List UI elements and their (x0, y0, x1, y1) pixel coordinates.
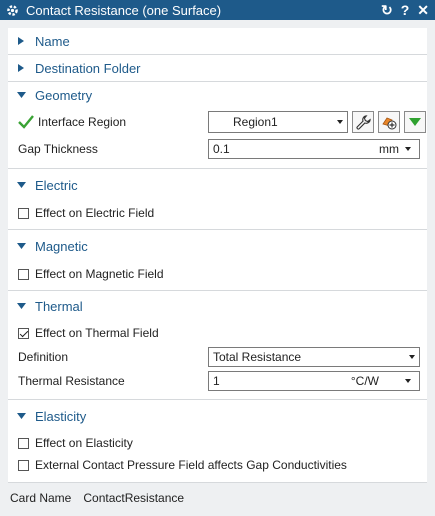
gap-thickness-unit[interactable]: mm (379, 142, 399, 156)
gap-thickness-input[interactable]: 0.1 mm (208, 139, 420, 159)
gap-thickness-row: Gap Thickness 0.1 mm (18, 136, 420, 162)
electric-effect-label: Effect on Electric Field (35, 206, 155, 220)
section-electric-header[interactable]: Electric (8, 169, 427, 201)
wrench-icon[interactable] (352, 111, 374, 133)
thermal-resistance-input[interactable]: 1 °C/W (208, 371, 420, 391)
chevron-right-icon (16, 36, 26, 46)
reset-icon[interactable]: ↻ (381, 3, 393, 17)
add-region-icon[interactable] (378, 111, 400, 133)
section-name: Name (8, 28, 427, 55)
green-dropdown-icon[interactable] (404, 111, 426, 133)
gear-icon (6, 3, 20, 17)
pressure-field-checkbox[interactable] (18, 459, 29, 471)
elasticity-effect-row[interactable]: Effect on Elasticity (18, 432, 417, 454)
section-label: Name (35, 33, 70, 49)
pressure-field-row[interactable]: External Contact Pressure Field affects … (18, 454, 417, 476)
chevron-right-icon (16, 63, 26, 73)
section-label: Destination Folder (35, 60, 141, 76)
interface-region-value: Region1 (233, 115, 278, 129)
section-label: Electric (35, 177, 78, 193)
electric-effect-checkbox[interactable] (18, 207, 29, 219)
pressure-field-label: External Contact Pressure Field affects … (35, 458, 347, 472)
definition-value: Total Resistance (213, 350, 302, 364)
section-magnetic: Magnetic Effect on Magnetic Field (8, 230, 427, 291)
interface-region-row: Interface Region Region1 (18, 108, 426, 136)
magnetic-effect-row[interactable]: Effect on Magnetic Field (18, 262, 417, 286)
magnetic-effect-checkbox[interactable] (18, 268, 29, 280)
chevron-down-icon (16, 90, 26, 100)
magnetic-effect-label: Effect on Magnetic Field (35, 267, 164, 281)
check-icon (18, 115, 34, 129)
thermal-resistance-value: 1 (213, 374, 220, 388)
section-geometry-header[interactable]: Geometry (8, 82, 427, 108)
card-name-footer: Card Name ContactResistance (0, 483, 435, 513)
chevron-down-icon (16, 241, 26, 251)
section-elasticity-header[interactable]: Elasticity (8, 400, 427, 432)
section-destination-folder: Destination Folder (8, 55, 427, 82)
section-label: Geometry (35, 87, 93, 103)
dropdown-caret-icon (409, 355, 415, 359)
section-magnetic-header[interactable]: Magnetic (8, 230, 427, 262)
section-electric: Electric Effect on Electric Field (8, 169, 427, 230)
definition-select[interactable]: Total Resistance (208, 347, 420, 367)
section-destination-header[interactable]: Destination Folder (8, 55, 427, 81)
section-elasticity: Elasticity Effect on Elasticity External… (8, 400, 427, 483)
close-icon[interactable]: ✕ (417, 3, 429, 17)
section-label: Thermal (35, 298, 83, 314)
section-geometry: Geometry Interface Region Region1 Gap Th… (8, 82, 427, 169)
section-label: Magnetic (35, 238, 88, 254)
thermal-resistance-label: Thermal Resistance (18, 374, 125, 388)
help-icon[interactable]: ? (401, 3, 410, 17)
definition-label: Definition (18, 350, 69, 364)
thermal-effect-checkbox[interactable] (18, 327, 29, 339)
thermal-effect-label: Effect on Thermal Field (35, 326, 159, 340)
section-name-header[interactable]: Name (8, 28, 427, 54)
gap-thickness-label: Gap Thickness (18, 142, 98, 156)
card-name-value: ContactResistance (83, 491, 185, 505)
definition-row: Definition Total Resistance (18, 345, 420, 369)
unit-caret-icon[interactable] (405, 379, 411, 383)
elasticity-effect-checkbox[interactable] (18, 437, 29, 449)
card-name-label: Card Name (10, 491, 72, 505)
thermal-resistance-unit[interactable]: °C/W (351, 374, 379, 388)
chevron-down-icon (16, 301, 26, 311)
chevron-down-icon (16, 180, 26, 190)
title-bar: Contact Resistance (one Surface) ↻ ? ✕ (0, 0, 435, 20)
elasticity-effect-label: Effect on Elasticity (35, 436, 133, 450)
unit-caret-icon[interactable] (405, 147, 411, 151)
thermal-resistance-row: Thermal Resistance 1 °C/W (18, 369, 420, 393)
section-thermal: Thermal Effect on Thermal Field Definiti… (8, 291, 427, 400)
chevron-down-icon (16, 411, 26, 421)
window-title: Contact Resistance (one Surface) (26, 2, 222, 18)
interface-region-select[interactable]: Region1 (208, 111, 348, 133)
thermal-effect-row[interactable]: Effect on Thermal Field (18, 321, 417, 345)
section-thermal-header[interactable]: Thermal (8, 291, 427, 321)
section-label: Elasticity (35, 408, 87, 424)
interface-region-label: Interface Region (38, 115, 127, 129)
dropdown-caret-icon (337, 120, 343, 124)
gap-thickness-value: 0.1 (213, 142, 230, 156)
electric-effect-row[interactable]: Effect on Electric Field (18, 201, 417, 225)
